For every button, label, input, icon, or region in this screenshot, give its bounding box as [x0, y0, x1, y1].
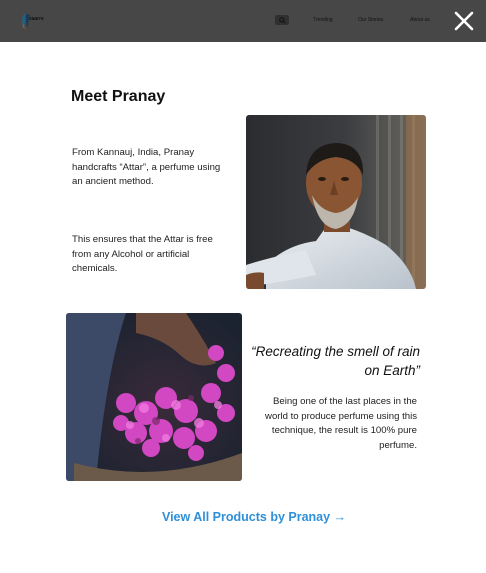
nav-link-about-us[interactable]: About us — [410, 17, 430, 23]
pranay-portrait-image — [246, 115, 426, 289]
search-icon — [278, 16, 286, 24]
pull-quote: “Recreating the smell of rain on Earth” — [251, 344, 420, 378]
close-icon[interactable] — [452, 9, 476, 33]
intro-paragraph: From Kannauj, India, Pranay handcrafts “… — [72, 147, 221, 187]
brand-name[interactable]: zaarre — [29, 16, 44, 22]
page-title: Meet Pranay — [71, 88, 166, 105]
detail-paragraph: Being one of the last places in the worl… — [265, 396, 417, 451]
nav-link-our-stories[interactable]: Our Stories — [358, 17, 383, 23]
rose-petals-image — [66, 313, 242, 481]
purity-paragraph: This ensures that the Attar is free from… — [72, 234, 213, 274]
site-header: zaarre Trending Our Stories About us — [0, 0, 486, 42]
view-all-products-link[interactable]: View All Products by Pranay → — [0, 510, 486, 524]
search-button[interactable] — [275, 15, 289, 25]
nav-link-trending[interactable]: Trending — [313, 17, 333, 23]
